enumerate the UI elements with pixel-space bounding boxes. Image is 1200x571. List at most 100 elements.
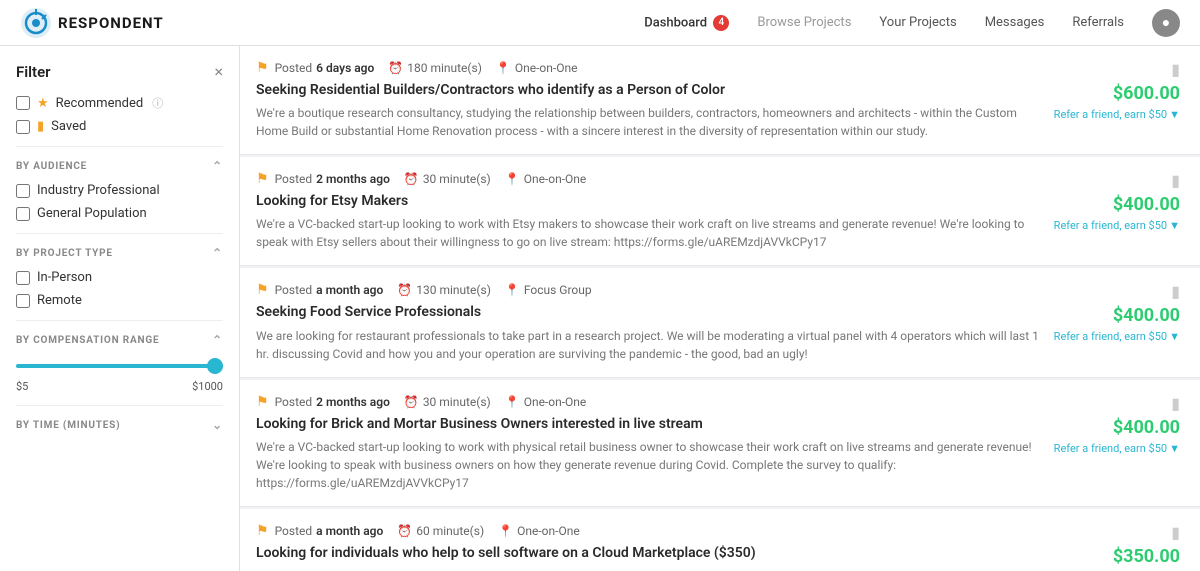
refer-link[interactable]: Refer a friend, earn $50 ▼ <box>1054 108 1180 121</box>
sidebar-header: Filter × <box>16 62 223 81</box>
recommended-checkbox[interactable] <box>16 96 30 110</box>
flag-icon: ⚑ <box>256 523 269 539</box>
price: $400.00 <box>1113 194 1180 215</box>
save-button[interactable]: ▮ <box>1171 60 1180 79</box>
by-audience-section[interactable]: BY AUDIENCE ⌃ <box>16 159 223 173</box>
card-title: Looking for individuals who help to sell… <box>256 544 1042 562</box>
location-icon: 📍 <box>498 524 513 538</box>
format-item: 📍 One-on-One <box>505 395 587 409</box>
price: $600.00 <box>1113 83 1180 104</box>
save-button[interactable]: ▮ <box>1171 282 1180 301</box>
refer-link[interactable]: Refer a friend, earn $50 ▼ <box>1054 442 1180 455</box>
project-card: ⚑ Posted a month ago ⏰ 60 minute(s) 📍 On… <box>240 509 1200 571</box>
layout: Filter × ★ Recommended ⓘ ▮ Saved BY AUDI… <box>0 46 1200 571</box>
time-chevron: ⌄ <box>212 418 223 432</box>
info-icon: ⓘ <box>152 95 163 111</box>
close-filter-button[interactable]: × <box>214 62 223 81</box>
by-compensation-section[interactable]: BY COMPENSATION RANGE ⌃ <box>16 333 223 347</box>
card-meta: ⚑ Posted 2 months ago ⏰ 30 minute(s) 📍 O… <box>256 394 1042 410</box>
card-meta: ⚑ Posted 6 days ago ⏰ 180 minute(s) 📍 On… <box>256 60 1042 76</box>
card-title: Seeking Residential Builders/Contractors… <box>256 81 1042 99</box>
price: $400.00 <box>1113 305 1180 326</box>
user-avatar[interactable]: ● <box>1152 9 1180 37</box>
card-actions: ▮ $400.00 Refer a friend, earn $50 ▼ <box>1054 394 1180 492</box>
nav-browse[interactable]: Browse Projects <box>757 15 851 30</box>
location-icon: 📍 <box>505 172 520 186</box>
duration-item: ⏰ 180 minute(s) <box>388 61 482 75</box>
in-person-row[interactable]: In-Person <box>16 270 223 285</box>
recommended-checkbox-row[interactable]: ★ Recommended ⓘ <box>16 95 223 111</box>
card-meta: ⚑ Posted 2 months ago ⏰ 30 minute(s) 📍 O… <box>256 171 1042 187</box>
card-content: ⚑ Posted 6 days ago ⏰ 180 minute(s) 📍 On… <box>256 60 1042 140</box>
card-content: ⚑ Posted a month ago ⏰ 130 minute(s) 📍 F… <box>256 282 1042 362</box>
nav-dashboard[interactable]: Dashboard 4 <box>644 15 729 31</box>
clock-icon: ⏰ <box>397 524 412 538</box>
dropdown-icon: ▼ <box>1169 108 1180 121</box>
price: $400.00 <box>1113 417 1180 438</box>
saved-checkbox-row[interactable]: ▮ Saved <box>16 119 223 134</box>
card-actions: ▮ $350.00 Refer a friend, earn $50 ▼ <box>1054 523 1180 571</box>
logo-text: RESPONDENT <box>58 14 164 32</box>
card-actions: ▮ $400.00 Refer a friend, earn $50 ▼ <box>1054 171 1180 251</box>
in-person-checkbox[interactable] <box>16 271 30 285</box>
refer-link[interactable]: Refer a friend, earn $50 ▼ <box>1054 219 1180 232</box>
save-button[interactable]: ▮ <box>1171 523 1180 542</box>
by-time-section[interactable]: BY TIME (MINUTES) ⌄ <box>16 418 223 432</box>
format-item: 📍 One-on-One <box>505 172 587 186</box>
filter-title: Filter <box>16 63 51 81</box>
remote-checkbox[interactable] <box>16 294 30 308</box>
star-icon: ★ <box>37 96 49 111</box>
card-description: We're interested in speaking and learnin… <box>256 567 1042 571</box>
clock-icon: ⏰ <box>404 395 419 409</box>
duration-item: ⏰ 60 minute(s) <box>397 524 484 538</box>
saved-checkbox[interactable] <box>16 120 30 134</box>
save-button[interactable]: ▮ <box>1171 171 1180 190</box>
industry-professional-checkbox[interactable] <box>16 184 30 198</box>
in-person-label: In-Person <box>37 270 92 285</box>
saved-label: Saved <box>51 119 86 134</box>
dropdown-icon: ▼ <box>1169 442 1180 455</box>
sidebar: Filter × ★ Recommended ⓘ ▮ Saved BY AUDI… <box>0 46 240 571</box>
header: RESPONDENT Dashboard 4 Browse Projects Y… <box>0 0 1200 46</box>
nav-referrals[interactable]: Referrals <box>1072 15 1124 30</box>
project-type-chevron: ⌃ <box>212 246 223 260</box>
posted-date: ⚑ Posted 6 days ago <box>256 60 374 76</box>
general-population-checkbox[interactable] <box>16 207 30 221</box>
card-content: ⚑ Posted 2 months ago ⏰ 30 minute(s) 📍 O… <box>256 394 1042 492</box>
compensation-range-slider[interactable] <box>16 364 223 368</box>
flag-icon: ⚑ <box>256 171 269 187</box>
card-title: Looking for Brick and Mortar Business Ow… <box>256 415 1042 433</box>
compensation-range: $5 $1000 <box>16 357 223 393</box>
project-card: ⚑ Posted 6 days ago ⏰ 180 minute(s) 📍 On… <box>240 46 1200 155</box>
duration-item: ⏰ 130 minute(s) <box>397 283 491 297</box>
clock-icon: ⏰ <box>388 61 403 75</box>
range-min: $5 <box>16 380 28 393</box>
flag-icon: ⚑ <box>256 282 269 298</box>
general-population-row[interactable]: General Population <box>16 206 223 221</box>
format-item: 📍 One-on-One <box>498 524 580 538</box>
card-description: We're a VC-backed start-up looking to wo… <box>256 215 1042 251</box>
by-project-type-section[interactable]: BY PROJECT TYPE ⌃ <box>16 246 223 260</box>
remote-row[interactable]: Remote <box>16 293 223 308</box>
refer-link[interactable]: Refer a friend, earn $50 ▼ <box>1054 330 1180 343</box>
recommended-label: Recommended <box>56 96 144 111</box>
clock-icon: ⏰ <box>404 172 419 186</box>
nav-your-projects[interactable]: Your Projects <box>879 15 956 30</box>
save-button[interactable]: ▮ <box>1171 394 1180 413</box>
format-item: 📍 One-on-One <box>496 61 578 75</box>
project-card: ⚑ Posted a month ago ⏰ 130 minute(s) 📍 F… <box>240 268 1200 377</box>
location-icon: 📍 <box>505 395 520 409</box>
posted-date: ⚑ Posted a month ago <box>256 282 383 298</box>
logo: RESPONDENT <box>20 7 164 39</box>
posted-date: ⚑ Posted 2 months ago <box>256 394 390 410</box>
bookmark-icon: ▮ <box>37 119 44 134</box>
industry-professional-label: Industry Professional <box>37 183 160 198</box>
main-nav: Dashboard 4 Browse Projects Your Project… <box>644 9 1180 37</box>
card-title: Seeking Food Service Professionals <box>256 303 1042 321</box>
dropdown-icon: ▼ <box>1169 219 1180 232</box>
industry-professional-row[interactable]: Industry Professional <box>16 183 223 198</box>
logo-icon <box>20 7 52 39</box>
nav-messages[interactable]: Messages <box>985 15 1045 30</box>
location-icon: 📍 <box>496 61 511 75</box>
project-card: ⚑ Posted 2 months ago ⏰ 30 minute(s) 📍 O… <box>240 380 1200 507</box>
